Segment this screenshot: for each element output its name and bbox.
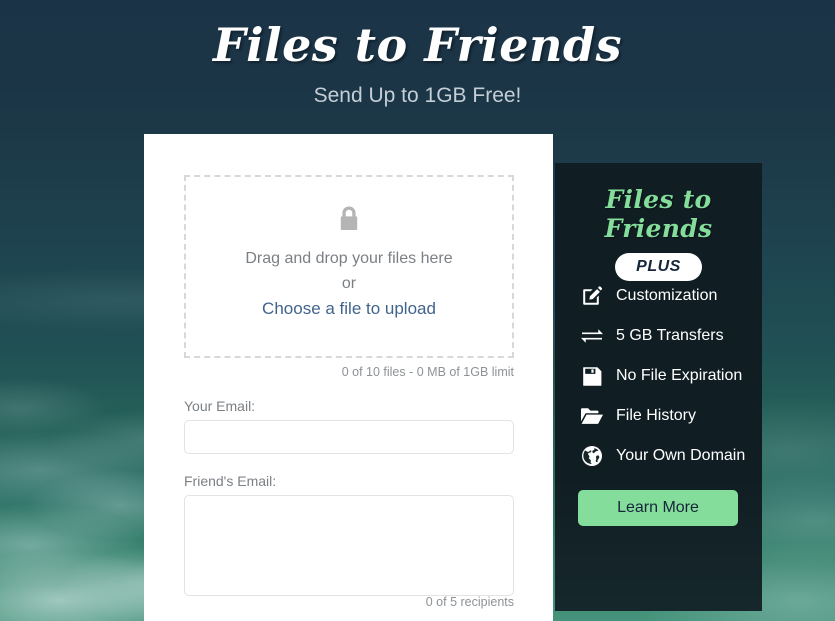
recipients-count: 0 of 5 recipients bbox=[425, 595, 514, 609]
plus-promo-panel: Files to Friends PLUS Customization 5 GB… bbox=[555, 163, 762, 611]
friend-email-label: Friend's Email: bbox=[184, 473, 277, 489]
upload-card: Drag and drop your files here or Choose … bbox=[144, 134, 553, 621]
friend-email-input[interactable] bbox=[184, 495, 514, 596]
page-tagline: Send Up to 1GB Free! bbox=[313, 84, 522, 107]
lock-icon bbox=[340, 206, 358, 230]
feature-label: 5 GB Transfers bbox=[616, 327, 724, 344]
open-folder-icon bbox=[579, 404, 605, 428]
plus-feature-list: Customization 5 GB Transfers No File Exp… bbox=[579, 276, 745, 476]
dropzone-primary-text: Drag and drop your files here bbox=[245, 250, 453, 267]
feature-item-transfers: 5 GB Transfers bbox=[579, 316, 745, 356]
learn-more-button[interactable]: Learn More bbox=[578, 490, 738, 526]
feature-label: File History bbox=[616, 407, 697, 424]
feature-label: Customization bbox=[616, 287, 718, 304]
choose-file-link[interactable]: Choose a file to upload bbox=[186, 295, 512, 322]
floppy-save-icon bbox=[579, 364, 605, 388]
feature-label: Your Own Domain bbox=[616, 447, 746, 464]
plus-panel-title: Files to Friends bbox=[604, 185, 713, 243]
dropzone-or-text: or bbox=[341, 275, 357, 293]
file-limit-status: 0 of 10 files - 0 MB of 1GB limit bbox=[341, 365, 514, 379]
your-email-input[interactable] bbox=[184, 420, 514, 454]
exchange-arrows-icon bbox=[579, 324, 605, 348]
your-email-label: Your Email: bbox=[184, 398, 256, 414]
feature-item-history: File History bbox=[579, 396, 745, 436]
file-dropzone[interactable]: Drag and drop your files here or Choose … bbox=[184, 175, 514, 358]
feature-label: No File Expiration bbox=[616, 367, 743, 384]
page-title: Files to Friends bbox=[212, 18, 623, 72]
feature-item-domain: Your Own Domain bbox=[579, 436, 745, 476]
page-header: Files to Friends Send Up to 1GB Free! bbox=[0, 0, 835, 108]
globe-icon bbox=[579, 444, 605, 468]
feature-item-customization: Customization bbox=[579, 276, 745, 316]
feature-item-expiration: No File Expiration bbox=[579, 356, 745, 396]
edit-square-icon bbox=[579, 284, 605, 308]
